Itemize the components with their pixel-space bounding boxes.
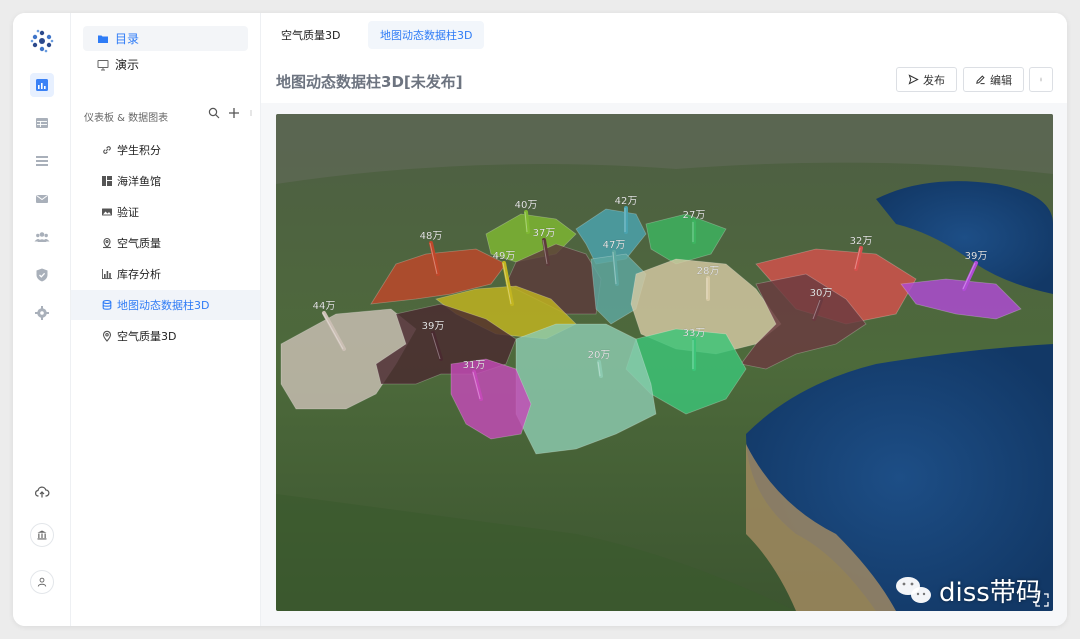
data-label: 27万 <box>683 210 706 221</box>
data-label: 28万 <box>697 266 720 277</box>
main-panel: 空气质量3D 地图动态数据柱3D 地图动态数据柱3D[未发布] 发布 编辑 48… <box>261 13 1067 626</box>
section-header: 仪表板 & 数据图表 <box>84 107 254 124</box>
send-icon <box>908 74 919 85</box>
sidebar-item-air-quality-3d[interactable]: 空气质量3D <box>71 321 260 351</box>
presentation-icon <box>97 59 109 71</box>
data-label: 39万 <box>422 321 445 332</box>
data-label: 42万 <box>615 196 638 207</box>
sidebar-item-label: 学生积分 <box>117 144 161 157</box>
data-label: 40万 <box>515 200 538 211</box>
rail-list-icon[interactable] <box>30 149 54 173</box>
tab-map-columns-3d[interactable]: 地图动态数据柱3D <box>368 21 485 49</box>
rail-gear-icon[interactable] <box>30 301 54 325</box>
sidebar-item-air-quality[interactable]: 空气质量 <box>71 228 260 258</box>
data-label: 39万 <box>965 251 988 262</box>
sidebar-item-catalog[interactable]: 目录 <box>83 26 248 51</box>
data-label: 37万 <box>533 228 556 239</box>
data-label: 48万 <box>420 231 443 242</box>
sidebar-item-label: 库存分析 <box>117 268 161 281</box>
more-vertical-icon <box>1040 77 1042 82</box>
link-icon <box>101 144 113 156</box>
bar-chart-icon <box>101 268 113 280</box>
sidebar-item-label: 演示 <box>115 58 140 72</box>
sidebar-item-presentation[interactable]: 演示 <box>83 52 248 77</box>
sidebar-item-map-columns-3d[interactable]: 地图动态数据柱3D <box>71 290 260 320</box>
more-button[interactable] <box>1029 67 1053 92</box>
edit-button[interactable]: 编辑 <box>963 67 1024 92</box>
sidebar-item-ocean-aquarium[interactable]: 海洋鱼馆 <box>71 166 260 196</box>
map-canvas[interactable]: 48万 40万 37万 42万 47万 27万 49万 28万 32万 39万 30万 44万 39万 3… <box>276 114 1053 611</box>
sidebar-item-verify[interactable]: 验证 <box>71 197 260 227</box>
search-icon[interactable] <box>208 107 220 119</box>
data-label: 49万 <box>493 251 516 262</box>
user-icon[interactable] <box>30 570 54 594</box>
database-icon <box>101 299 113 311</box>
title-bar: 地图动态数据柱3D[未发布] 发布 编辑 <box>261 59 1067 103</box>
location-icon <box>101 330 113 342</box>
more-vertical-icon[interactable] <box>248 107 254 119</box>
data-label: 44万 <box>313 301 336 312</box>
pencil-icon <box>976 75 985 85</box>
rail-shield-icon[interactable] <box>30 263 54 287</box>
sidebar-item-student-points[interactable]: 学生积分 <box>71 135 260 165</box>
map-3d[interactable]: 48万 40万 37万 42万 47万 27万 49万 28万 32万 39万 30万 44万 39万 3… <box>276 114 1053 611</box>
data-label: 30万 <box>810 288 833 299</box>
section-title: 仪表板 & 数据图表 <box>84 112 169 124</box>
expand-icon[interactable] <box>1035 593 1049 607</box>
app-logo <box>30 29 54 53</box>
rail-dashboard-icon[interactable] <box>30 73 54 97</box>
sidebar-item-label: 海洋鱼馆 <box>117 175 161 188</box>
data-label: 31万 <box>463 360 486 371</box>
publish-label: 发布 <box>923 73 945 87</box>
sidebar-item-label: 目录 <box>115 32 140 46</box>
cloud-upload-icon[interactable] <box>30 480 54 504</box>
watermark-label: diss带码 <box>939 578 1042 608</box>
sidebar-item-label: 验证 <box>117 206 139 219</box>
sidebar-item-label: 地图动态数据柱3D <box>117 299 210 312</box>
sidebar-item-label: 空气质量3D <box>117 330 177 343</box>
rail-users-icon[interactable] <box>30 225 54 249</box>
watermark-text: diss带码 <box>939 572 1042 609</box>
data-label: 32万 <box>850 236 873 247</box>
sidebar-item-inventory[interactable]: 库存分析 <box>71 259 260 289</box>
data-label: 33万 <box>683 328 706 339</box>
folder-icon <box>97 33 109 45</box>
edit-label: 编辑 <box>990 73 1012 87</box>
rail-table-icon[interactable] <box>30 111 54 135</box>
add-icon[interactable] <box>228 107 240 119</box>
data-label: 47万 <box>603 240 626 251</box>
icon-rail <box>13 13 71 626</box>
map-pin-icon <box>101 237 113 249</box>
page-title: 地图动态数据柱3D[未发布] <box>276 73 463 91</box>
dashboard-icon <box>101 175 113 187</box>
sidebar-item-label: 空气质量 <box>117 237 161 250</box>
tab-bar: 空气质量3D 地图动态数据柱3D <box>261 13 1067 59</box>
publish-button[interactable]: 发布 <box>896 67 957 92</box>
rail-mail-icon[interactable] <box>30 187 54 211</box>
bank-icon[interactable] <box>30 523 54 547</box>
data-label: 20万 <box>588 350 611 361</box>
app-window: 目录 演示 仪表板 & 数据图表 学生积分 海洋鱼馆 验证 空气质量 库存分析 … <box>13 13 1067 626</box>
tab-air-quality-3d[interactable]: 空气质量3D <box>269 21 352 49</box>
image-icon <box>101 206 113 218</box>
sidebar: 目录 演示 仪表板 & 数据图表 学生积分 海洋鱼馆 验证 空气质量 库存分析 … <box>71 13 261 626</box>
